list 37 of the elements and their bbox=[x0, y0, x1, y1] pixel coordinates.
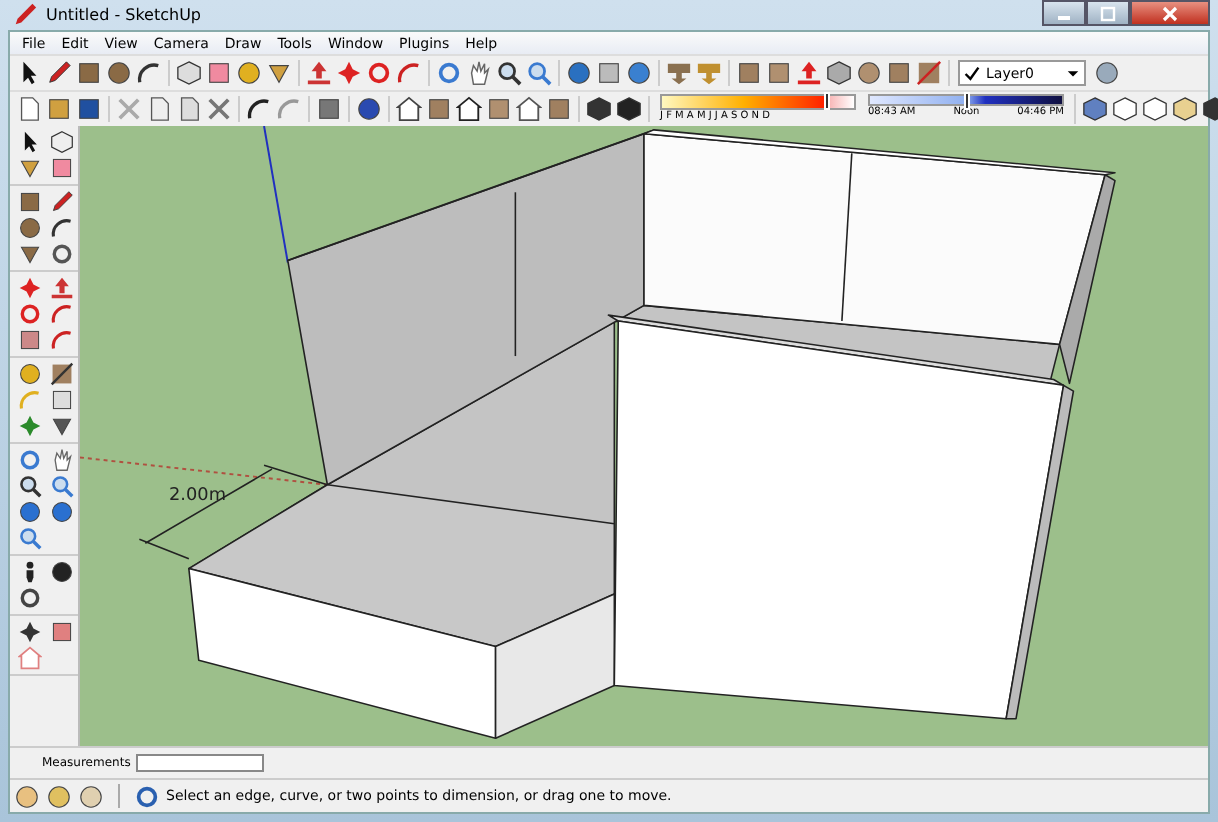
dropdown-caret-icon bbox=[1066, 66, 1080, 80]
zoom-window-icon[interactable] bbox=[50, 474, 74, 498]
close-button[interactable] bbox=[1130, 0, 1210, 26]
arc-icon[interactable] bbox=[50, 216, 74, 240]
close-icon bbox=[1160, 5, 1180, 21]
dimension-label: 2.00m bbox=[169, 486, 226, 507]
measurements-field[interactable] bbox=[136, 754, 265, 772]
new-file-icon[interactable] bbox=[16, 96, 42, 122]
push-pull-icon[interactable] bbox=[50, 276, 74, 300]
undo-icon[interactable] bbox=[246, 96, 272, 122]
maximize-icon bbox=[1098, 5, 1118, 21]
pencil-icon[interactable] bbox=[50, 190, 74, 214]
minimize-button[interactable] bbox=[1042, 0, 1086, 26]
iso-view-icon[interactable] bbox=[396, 96, 422, 122]
vertical-axis-line bbox=[263, 126, 289, 264]
zoom-icon[interactable] bbox=[18, 474, 42, 498]
pencil-icon[interactable] bbox=[46, 60, 72, 86]
rectangle-icon[interactable] bbox=[18, 190, 42, 214]
circle-icon[interactable] bbox=[106, 60, 132, 86]
check-icon bbox=[964, 65, 980, 81]
pan-hand-icon[interactable] bbox=[50, 448, 74, 472]
push-pull-icon[interactable] bbox=[306, 60, 332, 86]
window-title: Untitled - SketchUp bbox=[46, 6, 202, 24]
circle-icon[interactable] bbox=[18, 216, 42, 240]
zoom-icon[interactable] bbox=[496, 60, 522, 86]
time-slider-thumb[interactable] bbox=[964, 92, 970, 110]
pan-hand-icon[interactable] bbox=[466, 60, 492, 86]
zoom-extents-icon[interactable] bbox=[18, 526, 42, 550]
right-view-icon[interactable] bbox=[516, 96, 542, 122]
3d-viewport[interactable]: 2.00m bbox=[80, 126, 1208, 746]
arc-icon[interactable] bbox=[136, 60, 162, 86]
zoom-extents-icon[interactable] bbox=[526, 60, 552, 86]
delete-icon[interactable] bbox=[206, 96, 232, 122]
maximize-button[interactable] bbox=[1086, 0, 1130, 26]
front-view-icon[interactable] bbox=[456, 96, 482, 122]
rectangle-icon[interactable] bbox=[76, 60, 102, 86]
date-slider-thumb[interactable] bbox=[823, 92, 830, 110]
